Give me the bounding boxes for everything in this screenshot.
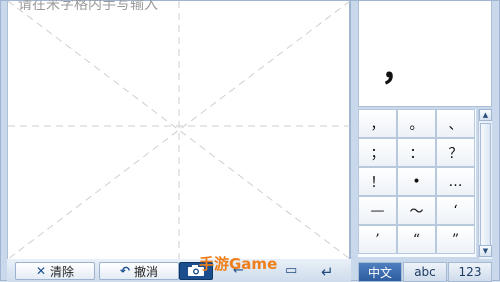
grid-guides — [8, 1, 350, 259]
symbol-cell[interactable]: … — [436, 167, 475, 196]
symbol-cell[interactable]: — — [358, 196, 397, 225]
preview-char: ， — [381, 49, 415, 89]
symbol-grid: ， 。 、 ； ： ？ ！ • … — ～ ‘ ’ “ ” — [358, 109, 476, 257]
input-mode-tabs: 中文 abc 123 — [358, 262, 492, 282]
symbol-cell[interactable]: 、 — [436, 109, 475, 138]
symbol-cell[interactable]: ！ — [358, 167, 397, 196]
clear-button[interactable]: ✕ 清除 — [15, 262, 95, 280]
watermark: 手游Game — [199, 255, 278, 273]
tab-abc[interactable]: abc — [403, 262, 447, 282]
undo-label: 撤消 — [134, 264, 159, 279]
undo-icon: ↶ — [119, 264, 131, 278]
handwriting-input-panel: 请在米字格内手写输入 ✕ 清除 ↶ 撤消 ← ▭ ↵ 手游Game ， ， 。 — [0, 0, 500, 282]
symbol-cell[interactable]: ‘ — [436, 196, 475, 225]
symbol-cell[interactable]: ～ — [397, 196, 436, 225]
symbol-cell[interactable]: ’ — [358, 225, 397, 254]
symbol-scrollbar[interactable]: ▲ ▼ — [478, 109, 492, 259]
symbol-cell[interactable]: ： — [397, 138, 436, 167]
enter-icon[interactable]: ↵ — [321, 263, 334, 281]
symbol-cell[interactable]: ” — [436, 225, 475, 254]
scroll-thumb[interactable] — [480, 123, 491, 253]
close-icon: ✕ — [35, 264, 47, 278]
symbol-cell[interactable]: “ — [397, 225, 436, 254]
symbol-cell[interactable]: 。 — [397, 109, 436, 138]
symbol-cell[interactable]: ； — [358, 138, 397, 167]
undo-button[interactable]: ↶ 撤消 — [99, 262, 179, 280]
symbol-cell[interactable]: ， — [358, 109, 397, 138]
symbol-cell[interactable]: • — [397, 167, 436, 196]
handwriting-canvas[interactable]: 请在米字格内手写输入 — [7, 0, 351, 259]
scroll-down-icon[interactable]: ▼ — [479, 245, 492, 257]
writing-hint: 请在米字格内手写输入 — [18, 0, 158, 13]
clear-label: 清除 — [50, 264, 75, 279]
tab-123[interactable]: 123 — [448, 262, 492, 282]
toolbar: ✕ 清除 ↶ 撤消 ← ▭ ↵ — [7, 259, 351, 282]
space-icon[interactable]: ▭ — [285, 263, 297, 278]
candidate-preview[interactable]: ， — [358, 1, 492, 107]
tab-chinese[interactable]: 中文 — [358, 262, 402, 282]
scroll-up-icon[interactable]: ▲ — [479, 109, 492, 121]
symbol-cell[interactable]: ？ — [436, 138, 475, 167]
